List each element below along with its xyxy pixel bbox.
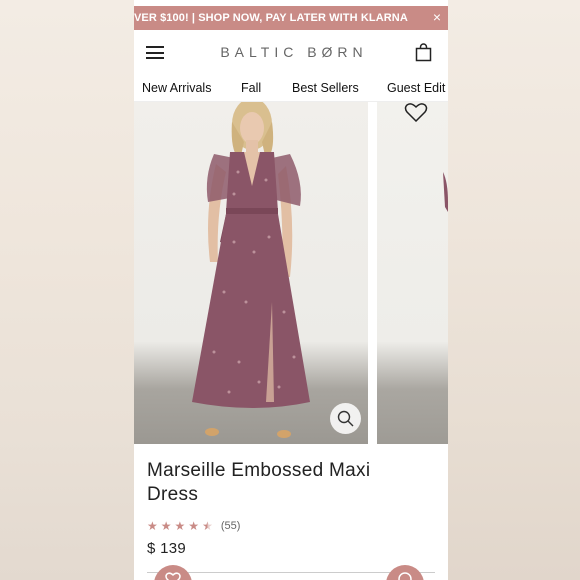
brand-logo[interactable]: BALTIC BØRN: [134, 44, 448, 60]
zoom-button[interactable]: [330, 403, 361, 434]
magnifier-icon: [337, 410, 354, 427]
shopping-bag-icon[interactable]: [415, 43, 432, 62]
rating-stars[interactable]: ★ ★ ★ ★ ★ (55): [147, 519, 240, 533]
product-image-carousel[interactable]: [134, 102, 448, 444]
star-icon: ★: [188, 519, 200, 533]
site-header: BALTIC BØRN: [134, 30, 448, 74]
nav-item-guest-edit[interactable]: Guest Edit: [387, 81, 445, 95]
chat-icon: [398, 572, 412, 580]
heart-icon: [165, 572, 181, 580]
phone-screen: VER $100! | SHOP NOW, PAY LATER WITH KLA…: [134, 0, 448, 580]
chat-fab-button[interactable]: [386, 565, 424, 580]
promo-banner[interactable]: VER $100! | SHOP NOW, PAY LATER WITH KLA…: [134, 6, 448, 30]
nav-item-best-sellers[interactable]: Best Sellers: [292, 81, 359, 95]
product-photo[interactable]: [134, 102, 368, 444]
product-title: Marseille Embossed Maxi Dress: [147, 460, 371, 505]
model-illustration: [192, 102, 310, 438]
product-price: $ 139: [147, 540, 187, 557]
promo-text: VER $100! | SHOP NOW, PAY LATER WITH KLA…: [134, 12, 408, 24]
half-star-icon: ★: [202, 519, 213, 533]
heart-outline-icon[interactable]: [404, 102, 428, 122]
next-photo-hint: [443, 172, 448, 212]
nav-item-new-arrivals[interactable]: New Arrivals: [142, 81, 211, 95]
favorite-fab-button[interactable]: [154, 565, 192, 580]
star-icon: ★: [174, 519, 186, 533]
review-count[interactable]: (55): [221, 520, 241, 532]
star-icon: ★: [147, 519, 158, 533]
background-blur-left: [0, 0, 134, 580]
product-photo-next[interactable]: [377, 102, 448, 444]
star-icon: ★: [160, 519, 172, 533]
category-nav: New Arrivals Fall Best Sellers Guest Edi…: [134, 74, 448, 102]
close-icon[interactable]: ×: [433, 9, 441, 25]
nav-item-fall[interactable]: Fall: [241, 81, 261, 95]
background-blur-right: [448, 0, 580, 580]
